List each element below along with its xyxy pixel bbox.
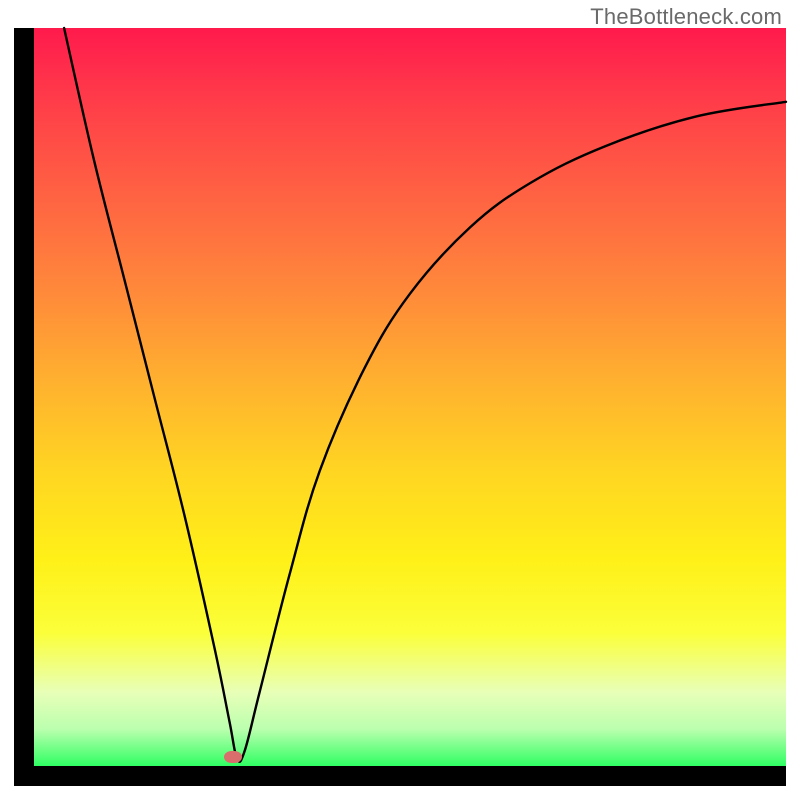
bottleneck-curve [34,28,786,766]
chart-root: TheBottleneck.com [0,0,800,800]
watermark-text: TheBottleneck.com [590,4,782,30]
minimum-marker [224,751,242,763]
plot-area [34,28,786,766]
chart-frame [14,28,786,786]
